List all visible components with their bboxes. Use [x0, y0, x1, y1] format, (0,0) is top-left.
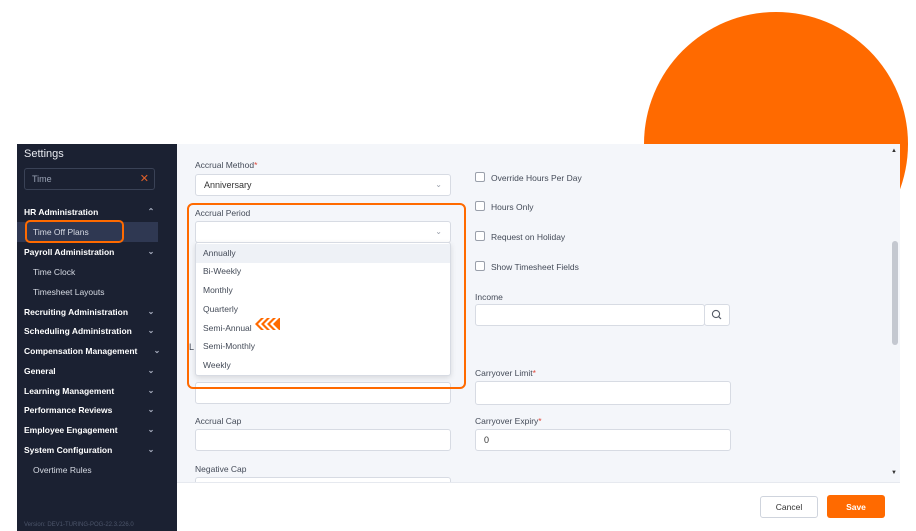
- time-off-plans-highlight: [25, 220, 124, 243]
- sidebar-section-label: HR Administration: [24, 207, 99, 217]
- chevron-down-icon: ⌄: [147, 307, 155, 316]
- checkbox-box[interactable]: [475, 201, 485, 211]
- accrual-period-highlight: [187, 203, 466, 389]
- sidebar-section-label: General: [24, 366, 56, 376]
- hours-only-checkbox[interactable]: Hours Only: [475, 200, 534, 214]
- chevron-down-icon: ⌄: [147, 366, 155, 375]
- chevron-down-icon: ⌄: [147, 405, 155, 414]
- scrollbar-thumb[interactable]: [892, 241, 898, 345]
- scroll-up-icon[interactable]: ▲: [891, 148, 897, 154]
- scroll-down-icon[interactable]: ▼: [891, 470, 897, 476]
- sidebar-section-general[interactable]: General ⌄: [17, 361, 158, 381]
- checkbox-label: Hours Only: [491, 202, 534, 212]
- sidebar-search: ✕: [24, 168, 155, 190]
- sidebar-section-label: Recruiting Administration: [24, 307, 129, 317]
- search-icon: [711, 309, 722, 320]
- sidebar-section-hr-administration[interactable]: HR Administration ⌃: [17, 202, 158, 222]
- sidebar-item-label: Timesheet Layouts: [33, 287, 105, 297]
- carryover-limit-label: Carryover Limit*: [475, 368, 536, 378]
- sidebar-section-scheduling-administration[interactable]: Scheduling Administration ⌄: [17, 321, 158, 341]
- sidebar: Settings ✕ HR Administration ⌃ Time Off …: [17, 144, 177, 531]
- form-content: Accrual Method* Anniversary ⌄ Accrual Pe…: [177, 144, 889, 482]
- request-on-holiday-checkbox[interactable]: Request on Holiday: [475, 230, 565, 244]
- checkbox-box[interactable]: [475, 231, 485, 241]
- sidebar-section-label: Employee Engagement: [24, 425, 118, 435]
- chevron-down-icon: ⌄: [147, 425, 155, 434]
- sidebar-search-input[interactable]: [32, 172, 132, 186]
- sidebar-section-label: System Configuration: [24, 445, 113, 455]
- checkbox-label: Show Timesheet Fields: [491, 262, 579, 272]
- show-timesheet-fields-checkbox[interactable]: Show Timesheet Fields: [475, 260, 579, 274]
- income-input[interactable]: [475, 304, 705, 326]
- checkbox-label: Override Hours Per Day: [491, 173, 582, 183]
- sidebar-title: Settings: [24, 148, 64, 160]
- carryover-expiry-label: Carryover Expiry*: [475, 416, 542, 426]
- carryover-limit-input[interactable]: [475, 381, 731, 405]
- chevron-down-icon: ⌄: [147, 445, 155, 454]
- accrual-cap-input[interactable]: [195, 429, 451, 451]
- sidebar-section-recruiting-administration[interactable]: Recruiting Administration ⌄: [17, 302, 158, 322]
- sidebar-section-learning-management[interactable]: Learning Management ⌄: [17, 381, 158, 401]
- sidebar-section-label: Performance Reviews: [24, 405, 113, 415]
- save-button[interactable]: Save: [827, 495, 885, 518]
- income-search-button[interactable]: [704, 304, 730, 326]
- content-scrollbar[interactable]: ▲ ▼: [889, 144, 900, 482]
- sidebar-section-label: Payroll Administration: [24, 247, 115, 257]
- sidebar-item-time-clock[interactable]: Time Clock: [17, 262, 158, 282]
- accrual-method-value: Anniversary: [204, 180, 252, 190]
- main-panel: Accrual Method* Anniversary ⌄ Accrual Pe…: [177, 144, 900, 531]
- sidebar-section-label: Compensation Management: [24, 346, 138, 356]
- sidebar-item-label: Overtime Rules: [33, 465, 92, 475]
- sidebar-section-compensation-management[interactable]: Compensation Management ⌄: [17, 341, 160, 361]
- version-label: Version: DEV1-TURING-POG-22.3.226.0: [24, 522, 134, 528]
- accrual-cap-label: Accrual Cap: [195, 416, 242, 426]
- income-label: Income: [475, 292, 503, 302]
- form-footer: Cancel Save: [177, 482, 900, 531]
- accrual-method-label: Accrual Method*: [195, 160, 258, 170]
- checkbox-box[interactable]: [475, 172, 485, 182]
- sidebar-section-employee-engagement[interactable]: Employee Engagement ⌄: [17, 420, 158, 440]
- chevron-down-icon: ⌄: [147, 247, 155, 256]
- chevron-up-icon: ⌃: [147, 207, 155, 216]
- sidebar-item-overtime-rules[interactable]: Overtime Rules: [17, 460, 158, 480]
- sidebar-section-label: Scheduling Administration: [24, 326, 132, 336]
- carryover-expiry-input[interactable]: 0: [475, 429, 731, 451]
- negative-cap-label: Negative Cap: [195, 464, 247, 474]
- settings-app: Settings ✕ HR Administration ⌃ Time Off …: [17, 144, 900, 531]
- accrual-method-select[interactable]: Anniversary ⌄: [195, 174, 451, 196]
- cancel-button[interactable]: Cancel: [760, 496, 818, 518]
- sidebar-section-label: Learning Management: [24, 386, 115, 396]
- close-icon[interactable]: ✕: [140, 172, 149, 186]
- sidebar-item-label: Time Clock: [33, 267, 76, 277]
- sidebar-item-timesheet-layouts[interactable]: Timesheet Layouts: [17, 282, 158, 302]
- sidebar-section-payroll-administration[interactable]: Payroll Administration ⌄: [17, 242, 158, 262]
- override-hours-checkbox[interactable]: Override Hours Per Day: [475, 171, 582, 185]
- chevron-down-icon: ⌄: [435, 180, 442, 189]
- checkbox-label: Request on Holiday: [491, 232, 566, 242]
- checkbox-box[interactable]: [475, 261, 485, 271]
- chevron-down-icon: ⌄: [153, 346, 161, 355]
- chevron-down-icon: ⌄: [147, 386, 155, 395]
- sidebar-section-system-configuration[interactable]: System Configuration ⌄: [17, 440, 158, 460]
- chevron-down-icon: ⌄: [147, 326, 155, 335]
- sidebar-section-performance-reviews[interactable]: Performance Reviews ⌄: [17, 400, 158, 420]
